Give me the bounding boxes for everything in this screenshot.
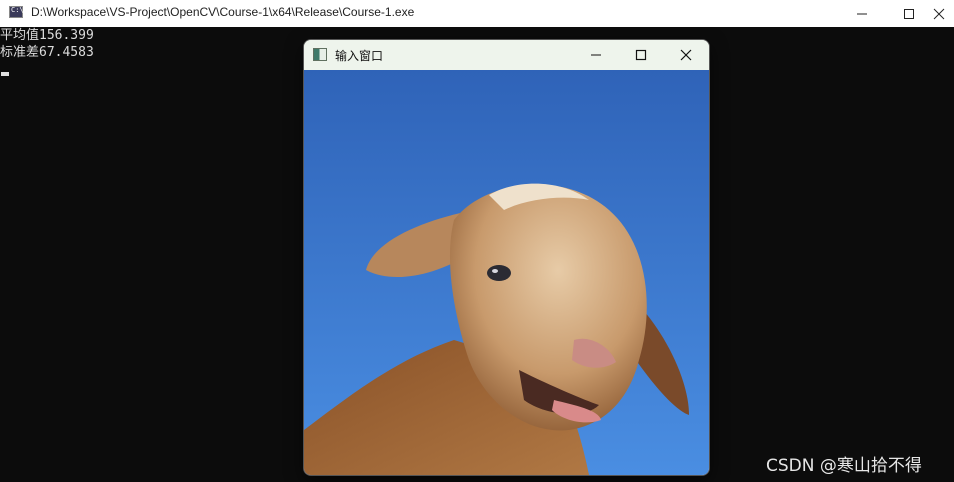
image-close-button[interactable] — [663, 40, 708, 70]
image-window[interactable]: 输入窗口 — [304, 40, 709, 475]
image-window-app-icon — [313, 48, 327, 61]
image-window-title: 输入窗口 — [335, 49, 384, 63]
image-minimize-button[interactable] — [573, 40, 618, 70]
maximize-icon — [904, 8, 914, 19]
console-maximize-button[interactable] — [886, 0, 932, 27]
console-titlebar[interactable]: D:\Workspace\VS-Project\OpenCV\Course-1\… — [0, 0, 954, 27]
console-line-stddev: 标准差67.4583 — [0, 45, 94, 60]
minimize-icon — [590, 54, 601, 56]
console-line-mean: 平均值156.399 — [0, 28, 94, 43]
watermark: CSDN @寒山拾不得 — [766, 456, 922, 476]
text-cursor — [1, 72, 9, 76]
close-icon — [933, 8, 945, 19]
console-app-icon — [9, 6, 24, 18]
maximize-icon — [635, 49, 646, 61]
console-minimize-button[interactable] — [839, 0, 885, 27]
image-window-titlebar[interactable]: 输入窗口 — [304, 40, 709, 70]
console-close-button[interactable] — [933, 0, 954, 27]
console-window-title: D:\Workspace\VS-Project\OpenCV\Course-1\… — [31, 5, 415, 19]
image-maximize-button[interactable] — [618, 40, 663, 70]
sheep-image — [304, 70, 709, 475]
close-icon — [680, 49, 691, 61]
minimize-icon — [857, 13, 867, 14]
